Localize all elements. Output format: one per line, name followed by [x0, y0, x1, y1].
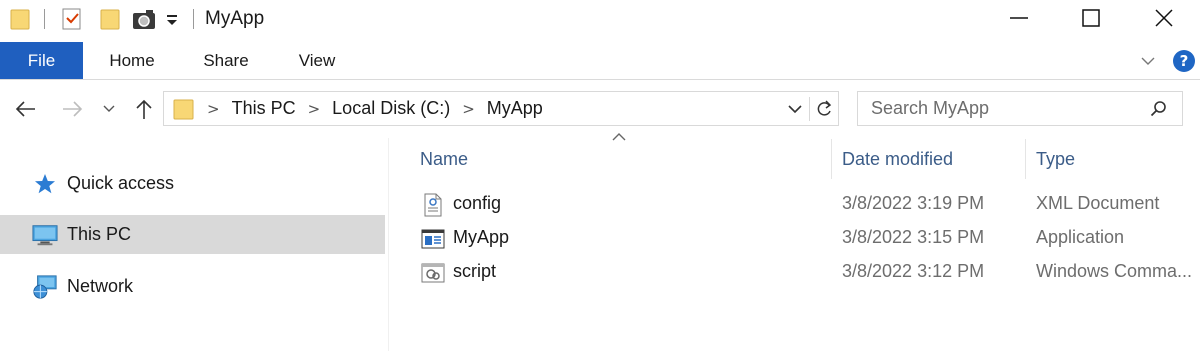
sidebar-item-this-pc[interactable]: This PC — [0, 215, 385, 254]
folder-icon — [10, 6, 30, 32]
toolbar-separator — [44, 9, 45, 29]
network-icon — [32, 274, 58, 299]
breadcrumb-separator: > — [462, 99, 475, 118]
column-divider[interactable] — [831, 139, 832, 179]
breadcrumb-separator: > — [307, 99, 321, 118]
address-history-button[interactable] — [787, 101, 803, 117]
sidebar-item-label: Network — [67, 276, 134, 296]
application-icon — [421, 227, 445, 251]
file-name: script — [453, 261, 497, 281]
minimize-button[interactable] — [989, 0, 1049, 36]
file-date-modified: 3/8/2022 3:12 PM — [842, 261, 985, 281]
address-divider — [809, 97, 810, 121]
minimize-icon — [1010, 17, 1028, 19]
window-title: MyApp — [205, 8, 265, 29]
search-box[interactable] — [857, 91, 1183, 126]
sidebar-item-label: Quick access — [67, 173, 175, 193]
refresh-button[interactable] — [815, 99, 833, 119]
sort-indicator — [611, 132, 627, 142]
column-divider[interactable] — [1025, 139, 1026, 179]
toolbar-separator — [193, 9, 194, 29]
maximize-button[interactable] — [1061, 0, 1121, 36]
breadcrumb-this-pc[interactable]: This PC — [232, 98, 296, 119]
breadcrumb-myapp[interactable]: MyApp — [487, 98, 543, 119]
star-icon — [32, 172, 58, 196]
tab-file[interactable]: File — [0, 42, 83, 79]
customize-toolbar-icon[interactable] — [165, 6, 179, 32]
file-name: MyApp — [453, 227, 510, 247]
camera-icon[interactable] — [131, 6, 157, 32]
sidebar-item-quick-access[interactable]: Quick access — [0, 164, 385, 203]
file-date-modified: 3/8/2022 3:19 PM — [842, 193, 985, 213]
tab-home[interactable]: Home — [96, 42, 168, 79]
recent-locations-button[interactable] — [98, 95, 120, 123]
pane-divider[interactable] — [388, 138, 389, 351]
script-file-icon — [421, 261, 445, 285]
properties-icon[interactable] — [60, 6, 84, 32]
monitor-icon — [32, 223, 58, 247]
expand-ribbon-button[interactable] — [1140, 42, 1156, 79]
address-bar[interactable]: > This PC > Local Disk (C:) > MyApp — [163, 91, 839, 126]
new-folder-icon[interactable] — [100, 6, 120, 32]
tab-share[interactable]: Share — [190, 42, 262, 79]
chevron-down-icon — [788, 105, 802, 114]
help-icon: ? — [1173, 49, 1195, 72]
column-header-type[interactable]: Type — [1036, 142, 1075, 176]
arrow-right-icon — [63, 101, 83, 117]
file-row[interactable]: MyApp 3/8/2022 3:15 PM Application — [418, 222, 1200, 255]
column-header-date-modified[interactable]: Date modified — [842, 142, 953, 176]
sidebar-item-network[interactable]: Network — [0, 267, 385, 306]
help-button[interactable]: ? — [1173, 42, 1195, 79]
title-bar: MyApp — [0, 0, 1200, 38]
file-type: Application — [1036, 227, 1125, 247]
close-icon — [1155, 9, 1173, 27]
breadcrumb-separator: > — [207, 99, 220, 118]
close-button[interactable] — [1134, 0, 1194, 36]
arrow-up-icon — [136, 99, 152, 119]
folder-icon — [173, 97, 195, 121]
back-button[interactable] — [12, 95, 38, 123]
search-input[interactable] — [871, 98, 1141, 119]
arrow-left-icon — [15, 101, 35, 117]
breadcrumb-local-disk[interactable]: Local Disk (C:) — [332, 98, 450, 119]
file-type: XML Document — [1036, 193, 1160, 213]
maximize-icon — [1082, 9, 1100, 27]
file-row[interactable]: script 3/8/2022 3:12 PM Windows Comma... — [418, 256, 1200, 289]
up-button[interactable] — [131, 95, 157, 123]
chevron-up-icon — [612, 133, 626, 141]
chevron-down-icon — [1141, 57, 1155, 65]
tab-view[interactable]: View — [282, 42, 352, 79]
file-date-modified: 3/8/2022 3:15 PM — [842, 227, 985, 247]
xml-file-icon — [421, 193, 445, 217]
refresh-icon — [817, 100, 832, 116]
file-type: Windows Comma... — [1036, 261, 1193, 281]
file-name: config — [453, 193, 502, 213]
column-header-name[interactable]: Name — [420, 142, 468, 176]
file-row[interactable]: config 3/8/2022 3:19 PM XML Document — [418, 188, 1200, 221]
search-icon — [1150, 100, 1168, 118]
sidebar-item-label: This PC — [67, 224, 132, 244]
chevron-down-icon — [103, 105, 115, 112]
ribbon-tabs: File Home Share View ? — [0, 42, 1200, 80]
forward-button[interactable] — [60, 95, 86, 123]
